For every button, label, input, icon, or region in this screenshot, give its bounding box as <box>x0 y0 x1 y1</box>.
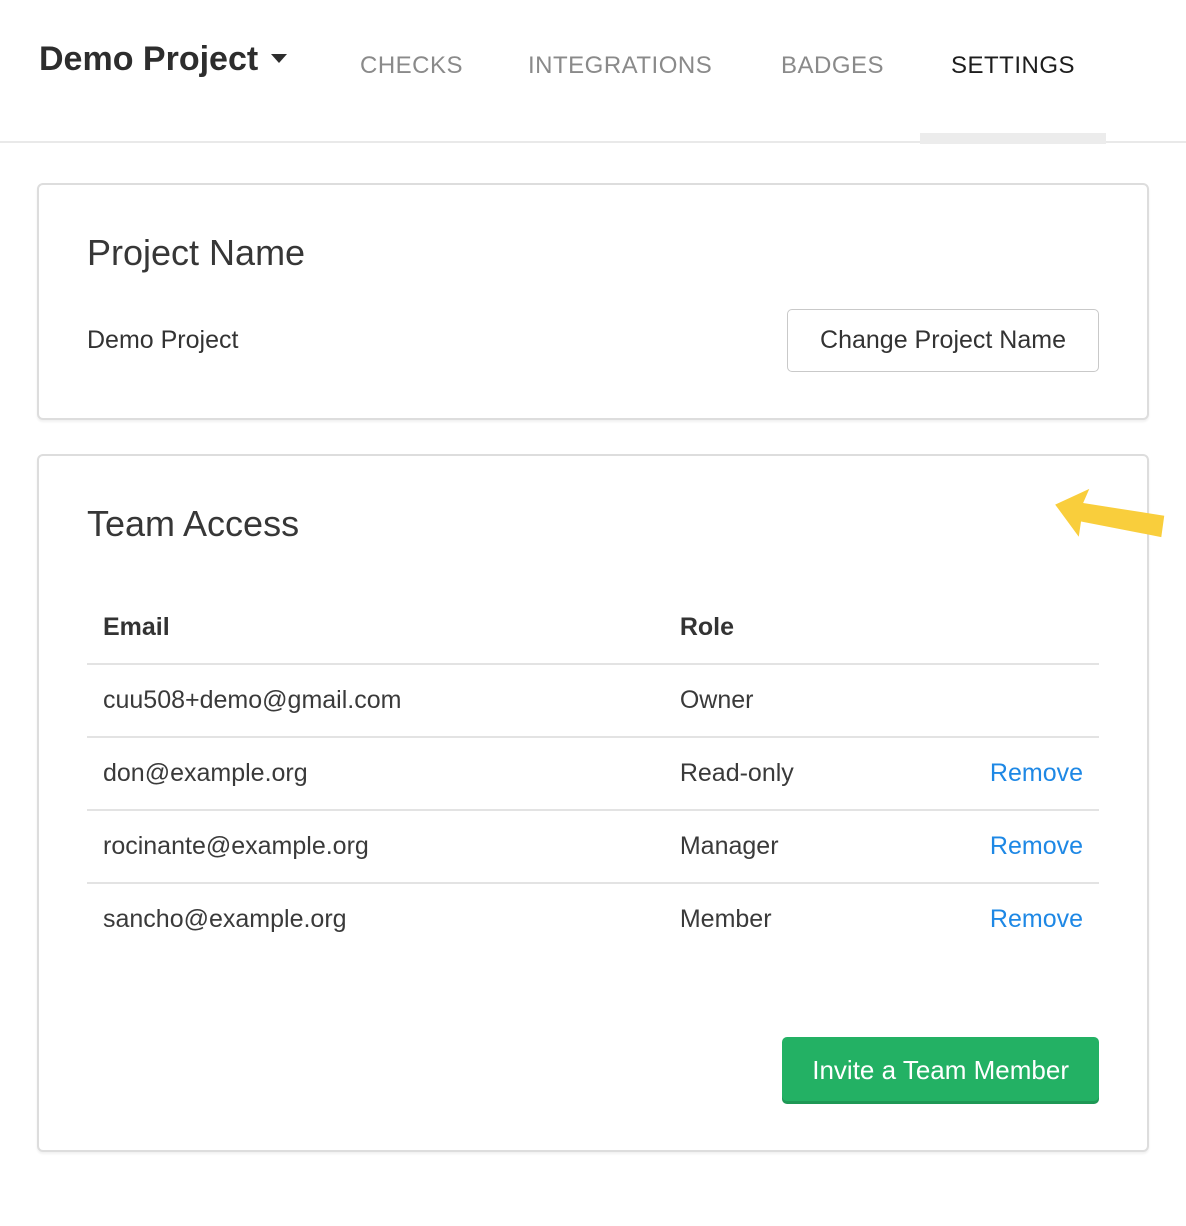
email-column-header: Email <box>87 592 664 664</box>
member-action-cell: Remove <box>957 883 1099 955</box>
table-header-row: Email Role <box>87 592 1099 664</box>
tab-settings[interactable]: SETTINGS <box>951 52 1075 80</box>
member-action-cell <box>957 664 1099 737</box>
project-name-card-title: Project Name <box>87 231 1099 275</box>
member-action-cell: Remove <box>957 810 1099 883</box>
project-name-card: Project Name Demo Project Change Project… <box>37 183 1149 420</box>
table-row: rocinante@example.org Manager Remove <box>87 810 1099 883</box>
table-row: cuu508+demo@gmail.com Owner <box>87 664 1099 737</box>
team-access-card-title: Team Access <box>87 502 1099 546</box>
project-name-value: Demo Project <box>87 326 238 355</box>
tab-badges[interactable]: BADGES <box>781 52 884 80</box>
table-row: don@example.org Read-only Remove <box>87 737 1099 810</box>
tab-checks[interactable]: CHECKS <box>360 52 463 80</box>
team-members-table: Email Role cuu508+demo@gmail.com Owner d… <box>87 592 1099 955</box>
chevron-down-icon <box>271 54 287 63</box>
member-role: Manager <box>664 810 957 883</box>
member-email: sancho@example.org <box>87 883 664 955</box>
member-role: Member <box>664 883 957 955</box>
remove-member-link[interactable]: Remove <box>990 759 1083 787</box>
tab-integrations[interactable]: INTEGRATIONS <box>528 52 712 80</box>
project-switcher[interactable]: Demo Project <box>39 40 287 79</box>
change-project-name-button[interactable]: Change Project Name <box>787 309 1099 372</box>
team-access-card: Team Access Email Role cuu508+demo@gmail… <box>37 454 1149 1152</box>
settings-page: Project Name Demo Project Change Project… <box>0 183 1186 1152</box>
member-email: rocinante@example.org <box>87 810 664 883</box>
member-email: don@example.org <box>87 737 664 810</box>
remove-member-link[interactable]: Remove <box>990 832 1083 860</box>
action-column-header <box>957 592 1099 664</box>
invite-team-member-button[interactable]: Invite a Team Member <box>782 1037 1099 1104</box>
role-column-header: Role <box>664 592 957 664</box>
member-action-cell: Remove <box>957 737 1099 810</box>
project-nav: Demo Project CHECKS INTEGRATIONS BADGES … <box>0 0 1186 143</box>
project-switcher-label: Demo Project <box>39 40 258 78</box>
remove-member-link[interactable]: Remove <box>990 905 1083 933</box>
table-row: sancho@example.org Member Remove <box>87 883 1099 955</box>
member-email: cuu508+demo@gmail.com <box>87 664 664 737</box>
member-role: Owner <box>664 664 957 737</box>
member-role: Read-only <box>664 737 957 810</box>
